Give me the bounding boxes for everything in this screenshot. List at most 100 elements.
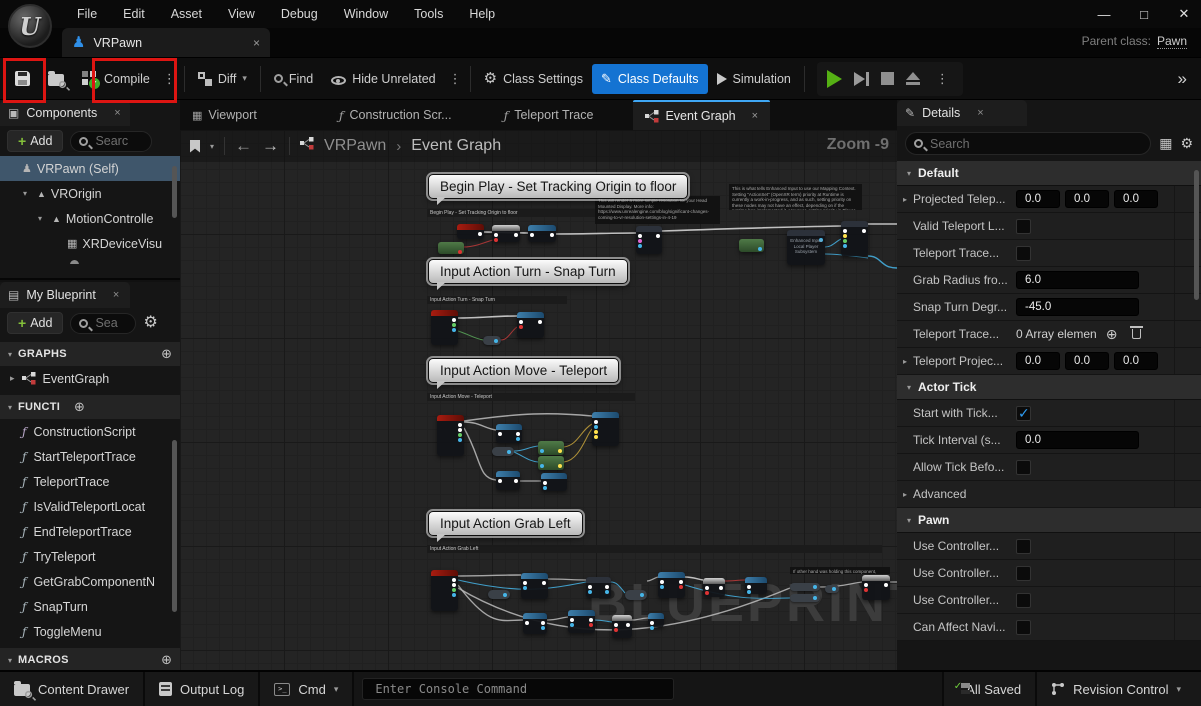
graph-tab-teleport-trace[interactable]: ƒTeleport Trace bbox=[492, 100, 606, 130]
blueprint-node[interactable] bbox=[825, 585, 839, 593]
menu-tools[interactable]: Tools bbox=[401, 1, 456, 27]
diff-button[interactable]: Diff▾ bbox=[189, 63, 256, 95]
asset-tab-vrpawn[interactable]: ♟ VRPawn × bbox=[62, 28, 270, 57]
maximize-button[interactable]: □ bbox=[1137, 7, 1151, 22]
comment-bubble[interactable]: Input Action Move - Teleport bbox=[428, 358, 619, 383]
number-field[interactable]: 0.0 bbox=[1016, 190, 1060, 208]
menu-view[interactable]: View bbox=[215, 1, 268, 27]
menu-debug[interactable]: Debug bbox=[268, 1, 331, 27]
unreal-logo-icon[interactable]: U bbox=[8, 4, 52, 48]
blueprint-node[interactable] bbox=[488, 590, 510, 599]
eject-button[interactable] bbox=[906, 72, 920, 85]
blueprint-settings-gear-icon[interactable]: ⚙ bbox=[143, 315, 157, 331]
blueprint-node[interactable] bbox=[790, 594, 820, 602]
comment-box-title[interactable]: Input Action Move - Teleport bbox=[427, 393, 635, 401]
tree-item-vrpawn-self-[interactable]: ♟VRPawn (Self) bbox=[0, 156, 180, 181]
breadcrumb-root[interactable]: VRPawn bbox=[324, 137, 386, 155]
number-field[interactable]: 0.0 bbox=[1114, 352, 1158, 370]
menu-help[interactable]: Help bbox=[456, 1, 508, 27]
blueprint-node[interactable] bbox=[586, 577, 611, 598]
class-settings-button[interactable]: ⚙Class Settings bbox=[475, 63, 592, 95]
details-section-actor-tick[interactable]: ▾Actor Tick bbox=[897, 375, 1201, 400]
checkbox[interactable] bbox=[1016, 246, 1031, 261]
blueprint-node[interactable] bbox=[483, 336, 501, 345]
blueprint-node[interactable] bbox=[492, 447, 514, 456]
blueprint-node[interactable] bbox=[496, 471, 520, 490]
blueprint-node[interactable] bbox=[658, 572, 685, 598]
compile-options-icon[interactable]: ⋮ bbox=[159, 71, 180, 87]
blueprint-node[interactable] bbox=[431, 310, 458, 345]
blueprint-node[interactable] bbox=[521, 573, 548, 599]
expander-icon[interactable]: ▸ bbox=[903, 195, 913, 204]
details-search[interactable] bbox=[905, 132, 1151, 155]
blueprint-node[interactable] bbox=[457, 224, 484, 239]
blueprint-node[interactable] bbox=[790, 583, 820, 591]
checkbox[interactable] bbox=[1016, 219, 1031, 234]
details-panel-tab[interactable]: ✎ Details × bbox=[897, 100, 1027, 126]
components-search[interactable] bbox=[70, 131, 152, 152]
number-field[interactable]: 0.0 bbox=[1016, 352, 1060, 370]
functions-section-header[interactable]: ▾FUNCTI⊕ bbox=[0, 395, 180, 419]
blueprint-node[interactable] bbox=[568, 610, 595, 633]
number-field[interactable]: 0.0 bbox=[1065, 190, 1109, 208]
nav-forward-icon[interactable]: → bbox=[262, 136, 279, 156]
blueprint-node[interactable] bbox=[862, 575, 890, 600]
console-command-input[interactable] bbox=[373, 681, 663, 697]
components-panel-tab[interactable]: ▣ Components × bbox=[0, 100, 130, 126]
graph-note[interactable]: This is what tells Enhanced Input to use… bbox=[729, 184, 862, 210]
function-item-snapturn[interactable]: ƒSnapTurn bbox=[0, 594, 180, 619]
expander-icon[interactable]: ▾ bbox=[38, 214, 47, 223]
breadcrumb-current[interactable]: Event Graph bbox=[411, 137, 501, 155]
details-search-input[interactable] bbox=[928, 136, 1142, 152]
blueprint-node[interactable] bbox=[538, 441, 564, 455]
comment-bubble[interactable]: Input Action Grab Left bbox=[428, 511, 583, 536]
comment-box-title[interactable]: Input Action Grab Left bbox=[427, 545, 882, 553]
close-icon[interactable]: × bbox=[114, 107, 120, 119]
checkbox[interactable] bbox=[1016, 406, 1031, 421]
my-blueprint-panel-tab[interactable]: ▤ My Blueprint × bbox=[0, 282, 130, 308]
parent-class-value[interactable]: Pawn bbox=[1157, 34, 1187, 49]
blueprint-node[interactable] bbox=[636, 226, 662, 254]
close-button[interactable]: ✕ bbox=[1177, 6, 1191, 22]
graph-note[interactable]: This will render a more simple resolutio… bbox=[595, 196, 720, 224]
checkbox[interactable] bbox=[1016, 539, 1031, 554]
blueprint-node[interactable] bbox=[625, 590, 647, 600]
play-options-icon[interactable]: ⋮ bbox=[932, 71, 953, 87]
function-item-togglemenu[interactable]: ƒToggleMenu bbox=[0, 619, 180, 644]
blueprint-node[interactable] bbox=[431, 570, 458, 611]
content-drawer-button[interactable]: Content Drawer bbox=[0, 672, 145, 706]
graphs-section-header[interactable]: ▾GRAPHS⊕ bbox=[0, 342, 180, 366]
graph-tab-viewport[interactable]: ▦Viewport bbox=[180, 100, 269, 130]
function-item-endteleporttrace[interactable]: ƒEndTeleportTrace bbox=[0, 519, 180, 544]
comment-bubble[interactable]: Begin Play - Set Tracking Origin to floo… bbox=[428, 174, 688, 199]
revision-control-button[interactable]: Revision Control ▾ bbox=[1037, 672, 1201, 706]
comment-box-title[interactable]: Input Action Turn - Snap Turn bbox=[427, 296, 567, 304]
menu-window[interactable]: Window bbox=[331, 1, 401, 27]
all-saved-button[interactable]: ✓ All Saved bbox=[942, 672, 1037, 706]
compile-button[interactable]: ✓ Compile bbox=[73, 63, 159, 95]
components-scrollbar[interactable] bbox=[172, 166, 177, 218]
add-macro-icon[interactable]: ⊕ bbox=[161, 652, 172, 668]
add-graph-icon[interactable]: ⊕ bbox=[161, 346, 172, 362]
class-defaults-button[interactable]: ✎Class Defaults bbox=[592, 64, 708, 94]
blueprint-node[interactable] bbox=[703, 578, 725, 597]
number-field[interactable]: 6.0 bbox=[1016, 271, 1139, 289]
details-section-default[interactable]: ▾Default bbox=[897, 161, 1201, 186]
function-item-tryteleport[interactable]: ƒTryTeleport bbox=[0, 544, 180, 569]
simulation-button[interactable]: Simulation bbox=[708, 63, 800, 95]
close-icon[interactable]: × bbox=[977, 107, 983, 119]
tree-item-xrdevicevisu[interactable]: ▦XRDeviceVisu bbox=[0, 231, 180, 256]
blueprint-node[interactable] bbox=[438, 242, 464, 254]
expander-icon[interactable]: ▸ bbox=[10, 373, 15, 384]
comment-bubble[interactable]: Input Action Turn - Snap Turn bbox=[428, 259, 628, 284]
graph-item-eventgraph[interactable]: ▸EventGraph bbox=[0, 366, 180, 391]
blueprint-node[interactable] bbox=[745, 577, 767, 594]
expander-icon[interactable]: ▸ bbox=[903, 357, 913, 366]
find-button[interactable]: Find bbox=[265, 63, 322, 95]
my-blueprint-search-input[interactable] bbox=[93, 315, 127, 331]
add-component-button[interactable]: +Add bbox=[7, 130, 63, 152]
blueprint-node[interactable] bbox=[648, 613, 664, 627]
event-graph-canvas[interactable]: BLUEPRINT Begin Play - Set Tracking Orig… bbox=[180, 130, 897, 670]
toolbar-overflow-icon[interactable]: » bbox=[1178, 69, 1195, 89]
checkbox[interactable] bbox=[1016, 620, 1031, 635]
